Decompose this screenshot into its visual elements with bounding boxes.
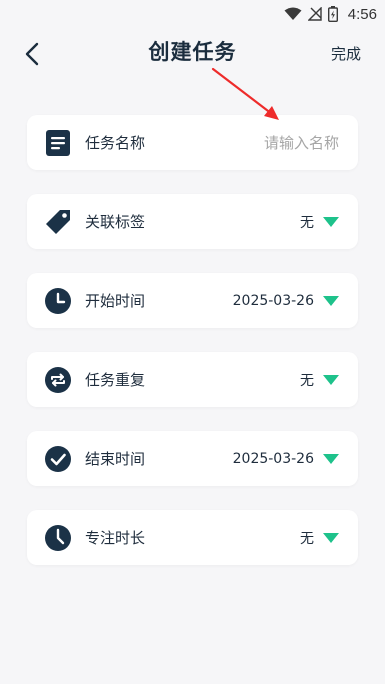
tag-icon: [44, 208, 72, 236]
repeat-icon: [44, 366, 72, 394]
start-time-value: 2025-03-26: [232, 292, 314, 309]
timer-icon: [44, 524, 72, 552]
status-bar: 4:56: [0, 0, 385, 28]
focus-duration-value: 无: [300, 530, 314, 547]
status-time: 4:56: [347, 5, 377, 23]
caret-down-icon[interactable]: [323, 295, 339, 306]
start-time-label: 开始时间: [85, 292, 146, 310]
repeat-row[interactable]: 任务重复 无: [27, 352, 358, 407]
annotation-arrow-icon: [211, 67, 279, 120]
status-icons: 4:56: [284, 4, 377, 24]
document-icon: [44, 129, 72, 157]
wifi-icon: [284, 7, 302, 20]
task-name-row[interactable]: 任务名称: [27, 115, 358, 170]
end-time-label: 结束时间: [85, 450, 146, 468]
check-circle-icon: [44, 445, 72, 473]
page-title: 创建任务: [148, 40, 237, 64]
start-time-row[interactable]: 开始时间 2025-03-26: [27, 273, 358, 328]
task-name-label: 任务名称: [85, 134, 146, 152]
focus-duration-row[interactable]: 专注时长 无: [27, 510, 358, 565]
tags-row[interactable]: 关联标签 无: [27, 194, 358, 249]
tags-value: 无: [300, 214, 314, 231]
caret-down-icon[interactable]: [323, 532, 339, 543]
repeat-value: 无: [300, 372, 314, 389]
end-time-row[interactable]: 结束时间 2025-03-26: [27, 431, 358, 486]
caret-down-icon[interactable]: [323, 453, 339, 464]
tags-label: 关联标签: [85, 213, 146, 231]
repeat-label: 任务重复: [85, 371, 146, 389]
done-button[interactable]: 完成: [331, 43, 361, 64]
focus-duration-label: 专注时长: [85, 529, 146, 547]
signal-icon: [307, 7, 322, 21]
caret-down-icon[interactable]: [323, 374, 339, 385]
task-name-input[interactable]: [209, 133, 339, 152]
header: 创建任务 完成: [0, 28, 385, 78]
end-time-value: 2025-03-26: [232, 450, 314, 467]
caret-down-icon[interactable]: [323, 216, 339, 227]
clock-icon: [44, 287, 72, 315]
battery-icon: [327, 6, 338, 22]
